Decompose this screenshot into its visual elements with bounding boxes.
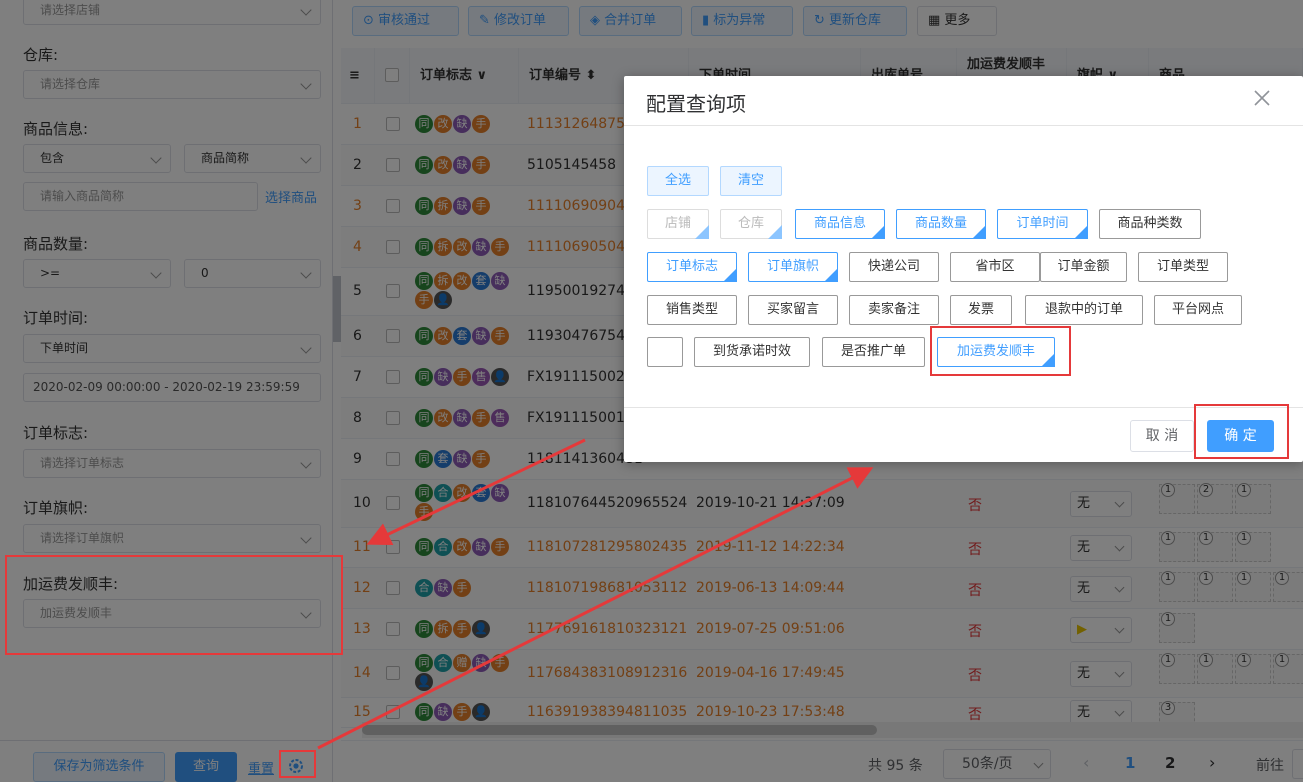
checked-corner-icon xyxy=(1074,225,1088,239)
query-option-label: 销售类型 xyxy=(665,302,718,317)
query-option-label: 店铺 xyxy=(664,216,691,231)
checked-corner-icon xyxy=(972,225,986,239)
query-option-label: 到货承诺时效 xyxy=(712,344,791,359)
page: { "sidebar":{ "shop_placeholder":"请选择店铺"… xyxy=(0,0,1303,782)
checked-corner-icon xyxy=(695,225,709,239)
query-option[interactable]: 商品种类数 xyxy=(1099,209,1201,239)
query-option[interactable]: 快递公司 xyxy=(849,252,939,282)
query-option-label: 订单标志 xyxy=(665,259,718,274)
query-option-label: 仓库 xyxy=(737,216,764,231)
query-option[interactable]: 订单标志 xyxy=(647,252,737,282)
query-option[interactable]: 卖家备注 xyxy=(849,295,939,325)
clear-button[interactable]: 清空 xyxy=(720,166,782,196)
query-option[interactable]: 订单时间 xyxy=(997,209,1088,239)
close-icon[interactable] xyxy=(1252,88,1272,108)
query-option-label: 订单旗帜 xyxy=(766,259,819,274)
annotation-box-confirm xyxy=(1194,404,1289,459)
query-option-label: 发票 xyxy=(967,302,994,317)
query-option[interactable]: 省市区 xyxy=(950,252,1040,282)
query-option[interactable]: 订单金额 xyxy=(1040,252,1127,282)
annotation-box-option-sf xyxy=(930,326,1071,376)
query-option-label: 快递公司 xyxy=(867,259,920,274)
checked-corner-icon xyxy=(871,225,885,239)
query-option[interactable]: 平台网点 xyxy=(1154,295,1242,325)
query-option-label: 退款中的订单 xyxy=(1044,302,1123,317)
query-option[interactable]: 订单旗帜 xyxy=(748,252,838,282)
annotation-box-gear xyxy=(279,750,316,778)
query-option-label: 平台网点 xyxy=(1171,302,1224,317)
query-option[interactable]: 订单类型 xyxy=(1138,252,1228,282)
query-option-label: 是否推广单 xyxy=(840,344,906,359)
query-option-label: 订单类型 xyxy=(1156,259,1209,274)
query-option[interactable]: 销售类型 xyxy=(647,295,737,325)
annotation-box-sidebar-sf xyxy=(5,555,343,655)
checked-corner-icon xyxy=(824,268,838,282)
query-option-label: 卖家备注 xyxy=(867,302,920,317)
query-option-label: 买家留言 xyxy=(766,302,819,317)
query-option[interactable]: 仓库 xyxy=(720,209,782,239)
query-option[interactable]: 退款中的订单 xyxy=(1025,295,1143,325)
query-option[interactable]: 是否推广单 xyxy=(822,337,925,367)
query-option[interactable]: 买家留言 xyxy=(748,295,838,325)
query-option-label: 商品信息 xyxy=(813,216,866,231)
query-option[interactable]: 商品数量 xyxy=(896,209,986,239)
query-option-label: 商品数量 xyxy=(914,216,967,231)
query-option[interactable]: 商品信息 xyxy=(795,209,885,239)
query-option[interactable]: 到货承诺时效 xyxy=(694,337,810,367)
query-option[interactable]: 发票 xyxy=(950,295,1012,325)
query-option-label: 订单金额 xyxy=(1057,259,1110,274)
query-option-label: 商品种类数 xyxy=(1117,216,1183,231)
query-option[interactable]: 店铺 xyxy=(647,209,709,239)
checked-corner-icon xyxy=(723,268,737,282)
dialog-header: 配置查询项 xyxy=(624,76,1303,126)
query-option-label: 订单时间 xyxy=(1016,216,1069,231)
dialog-title: 配置查询项 xyxy=(646,92,746,116)
query-option-label: 省市区 xyxy=(975,259,1015,274)
select-all-button[interactable]: 全选 xyxy=(647,166,709,196)
query-option[interactable] xyxy=(647,337,683,367)
cancel-button[interactable]: 取 消 xyxy=(1130,420,1194,452)
checked-corner-icon xyxy=(768,225,782,239)
